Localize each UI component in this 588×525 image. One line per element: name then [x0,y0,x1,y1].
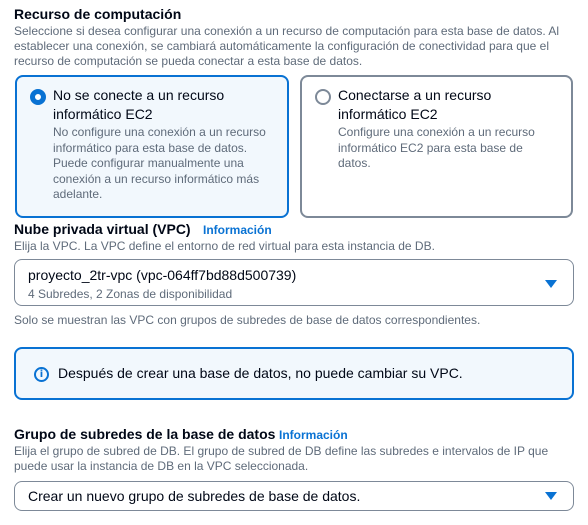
subnet-group-select[interactable]: Crear un nuevo grupo de subredes de base… [14,481,574,511]
subnet-group-selected-value: Crear un nuevo grupo de subredes de base… [28,488,361,504]
option-description: Configure una conexión a un recurso info… [338,125,535,170]
vpc-description: Elija la VPC. La VPC define el entorno d… [14,239,435,253]
info-icon: i [34,367,49,382]
option-connect-ec2[interactable]: Conectarse a un recurso informático EC2 … [300,75,573,218]
compute-resource-title: Recurso de computación [14,6,182,22]
subnet-group-title: Grupo de subredes de la base de datos [14,426,276,442]
alert-text: Después de crear una base de datos, no p… [58,365,463,381]
caret-down-icon [545,280,557,288]
radio-unselected-icon[interactable] [315,89,331,105]
radio-selected-icon[interactable] [30,89,46,105]
option-no-connect-ec2[interactable]: No se conecte a un recurso informático E… [15,75,289,218]
subnet-group-description: Elija el grupo de subred de DB. El grupo… [14,444,549,473]
option-title: Conectarse a un recurso informático EC2 [338,87,492,122]
caret-down-icon [545,492,557,500]
vpc-selected-value: proyecto_2tr-vpc (vpc-064ff7bd88d500739) [28,267,297,283]
vpc-select[interactable]: proyecto_2tr-vpc (vpc-064ff7bd88d500739)… [14,259,574,306]
vpc-title: Nube privada virtual (VPC) [14,221,191,237]
vpc-info-link[interactable]: Información [203,223,272,237]
option-title: No se conecte a un recurso informático E… [53,87,225,122]
vpc-selected-detail: 4 Subredes, 2 Zonas de disponibilidad [28,287,233,301]
vpc-info-alert: i Después de crear una base de datos, no… [14,347,574,400]
subnet-group-info-link[interactable]: Información [279,428,348,442]
compute-resource-description: Seleccione si desea configurar una conex… [14,24,560,68]
option-description: No configure una conexión a un recurso i… [53,125,266,201]
vpc-hint: Solo se muestran las VPC con grupos de s… [14,313,481,327]
